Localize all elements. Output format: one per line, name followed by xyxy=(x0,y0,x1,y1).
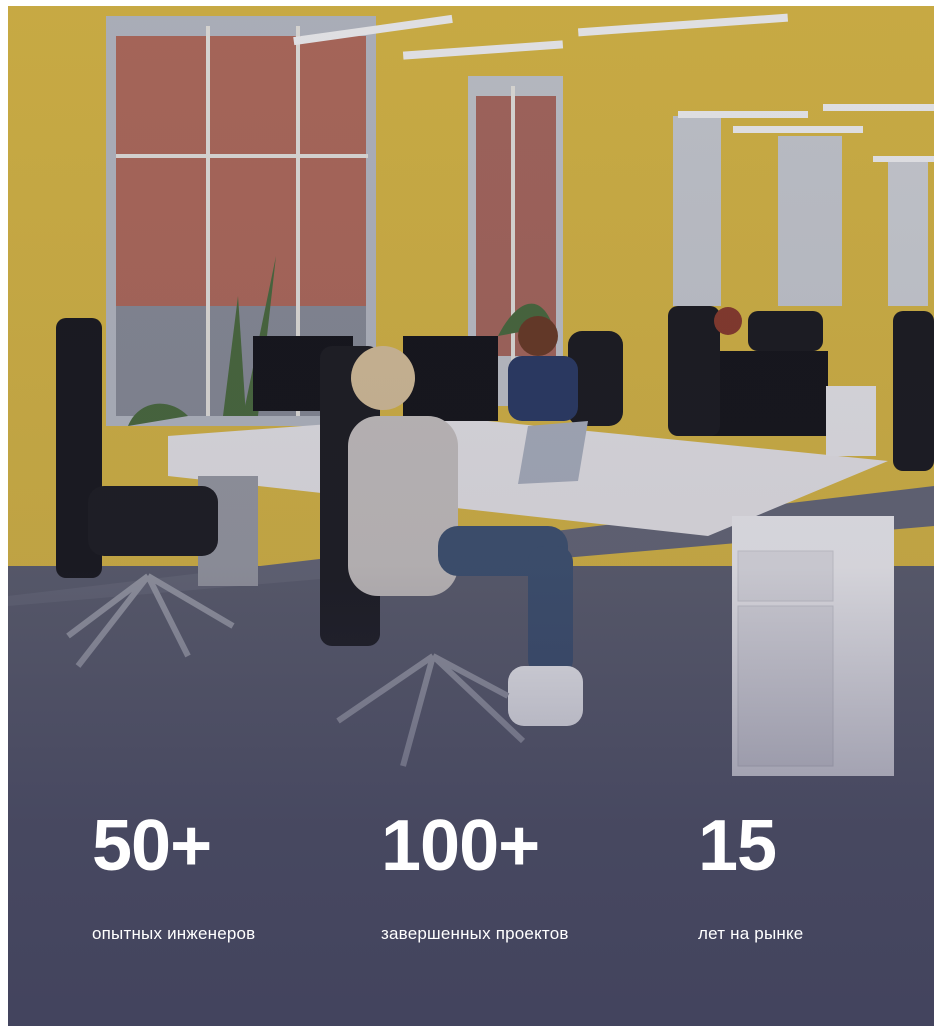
stat-value: 15 xyxy=(698,806,777,886)
stat-value: 50+ xyxy=(92,806,212,886)
stat-label: лет на рынке xyxy=(698,924,804,943)
stat-years: 15 лет на рынке xyxy=(698,810,803,944)
stat-label: завершенных проектов xyxy=(381,924,569,943)
stat-value: 100+ xyxy=(381,806,540,886)
stat-engineers: 50+ опытных инженеров xyxy=(92,810,255,944)
stat-projects: 100+ завершенных проектов xyxy=(381,810,569,944)
hero-section: 50+ опытных инженеров 100+ завершенных п… xyxy=(8,6,934,1026)
stat-label: опытных инженеров xyxy=(92,924,256,943)
